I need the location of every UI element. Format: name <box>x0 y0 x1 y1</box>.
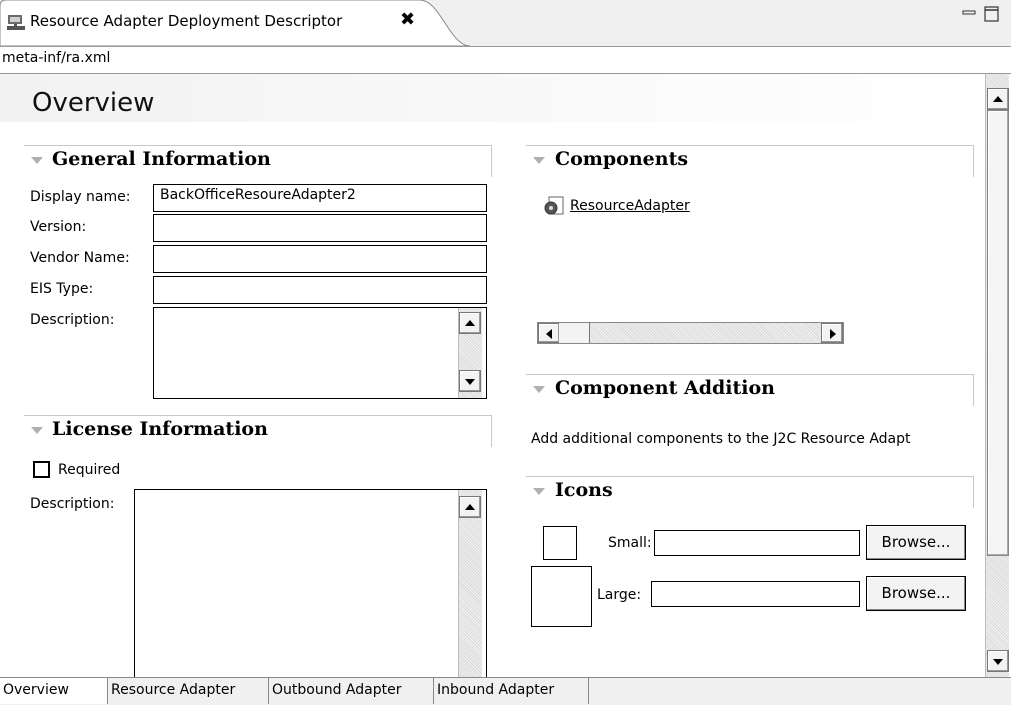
page-title: Overview <box>32 88 155 118</box>
collapse-twisty-icon[interactable] <box>533 157 545 164</box>
required-label: Required <box>58 462 121 478</box>
vendor-name-label: Vendor Name: <box>30 250 130 266</box>
maximize-icon[interactable] <box>984 6 1000 22</box>
eis-type-label: EIS Type: <box>30 281 94 297</box>
file-path-bar <box>0 46 1011 74</box>
resource-adapter-node-icon <box>544 196 564 215</box>
scroll-left-button[interactable] <box>538 323 560 343</box>
eis-type-field[interactable] <box>153 276 487 304</box>
small-icon-preview <box>543 526 577 560</box>
vendor-name-field[interactable] <box>153 245 487 273</box>
collapse-twisty-icon[interactable] <box>533 386 545 393</box>
section-title: Component Addition <box>555 377 775 399</box>
scroll-down-button[interactable] <box>459 370 481 392</box>
large-icon-field[interactable] <box>651 581 860 607</box>
tab-inbound-adapter[interactable]: Inbound Adapter <box>434 678 589 704</box>
required-checkbox[interactable] <box>33 461 50 478</box>
browse-large-button[interactable]: Browse... <box>866 576 966 611</box>
minimize-icon[interactable] <box>962 8 976 22</box>
scrollbar-thumb[interactable] <box>987 110 1009 556</box>
collapse-twisty-icon[interactable] <box>31 427 43 434</box>
description-textarea[interactable] <box>153 307 487 399</box>
scroll-up-button[interactable] <box>459 496 481 518</box>
close-icon[interactable]: ✖ <box>400 9 415 30</box>
resource-adapter-icon <box>7 15 25 30</box>
tree-item-resource-adapter[interactable]: ResourceAdapter <box>570 198 690 214</box>
tab-overview[interactable]: Overview <box>0 678 108 704</box>
section-title: License Information <box>52 418 268 440</box>
large-icon-preview <box>531 566 592 627</box>
large-icon-label: Large: <box>597 587 642 603</box>
scroll-up-button[interactable] <box>459 312 481 334</box>
display-name-field[interactable]: BackOfficeResoureAdapter2 <box>153 184 487 212</box>
section-title: General Information <box>52 148 271 170</box>
license-description-label: Description: <box>30 496 115 512</box>
version-label: Version: <box>30 219 87 235</box>
file-path: meta-inf/ra.xml <box>2 50 111 66</box>
section-title: Components <box>555 148 689 170</box>
vertical-scrollbar[interactable] <box>458 490 482 679</box>
scroll-right-button[interactable] <box>821 323 843 343</box>
display-name-label: Display name: <box>30 189 131 205</box>
horizontal-scrollbar[interactable] <box>537 322 844 344</box>
collapse-twisty-icon[interactable] <box>31 157 43 164</box>
small-icon-label: Small: <box>608 535 652 551</box>
tab-resource-adapter[interactable]: Resource Adapter <box>108 678 269 704</box>
scrollbar-thumb[interactable] <box>559 323 590 343</box>
editor-tab-title: Resource Adapter Deployment Descriptor <box>30 12 343 30</box>
scroll-up-button[interactable] <box>987 88 1009 110</box>
section-title: Icons <box>555 479 613 501</box>
license-description-textarea[interactable] <box>134 489 487 679</box>
version-field[interactable] <box>153 214 487 242</box>
small-icon-field[interactable] <box>654 530 860 556</box>
vertical-scrollbar[interactable] <box>458 308 482 398</box>
scroll-down-button[interactable] <box>987 650 1009 672</box>
description-label: Description: <box>30 312 115 328</box>
browse-small-button[interactable]: Browse... <box>866 525 966 560</box>
tab-outbound-adapter[interactable]: Outbound Adapter <box>269 678 434 704</box>
main-vertical-scrollbar[interactable] <box>985 74 1009 678</box>
collapse-twisty-icon[interactable] <box>533 488 545 495</box>
component-addition-text: Add additional components to the J2C Res… <box>531 431 911 447</box>
